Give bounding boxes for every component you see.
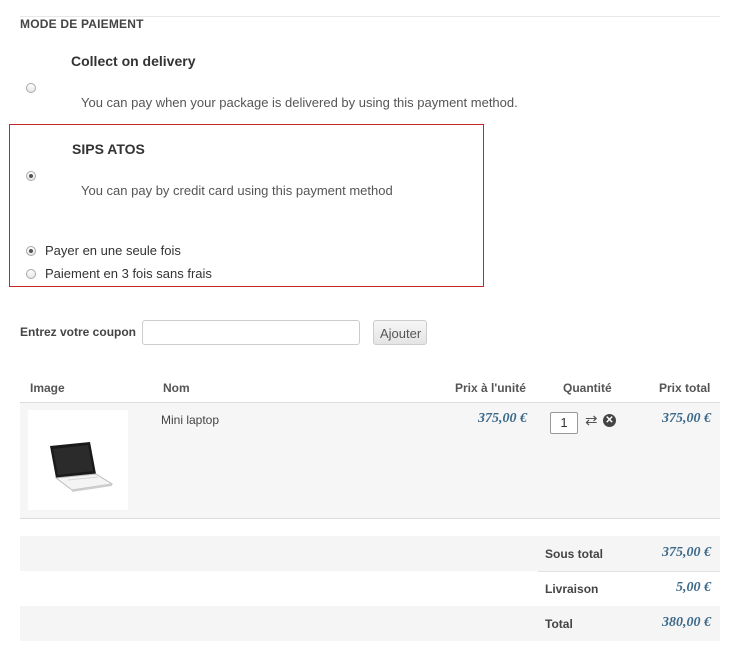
laptop-icon bbox=[50, 442, 114, 492]
header-total-price: Prix total bbox=[659, 381, 711, 395]
header-unit-price: Prix à l'unité bbox=[455, 381, 526, 395]
radio-pay-3x[interactable] bbox=[26, 269, 36, 279]
refresh-icon[interactable]: ⇄ bbox=[585, 412, 598, 430]
method-title-cod: Collect on delivery bbox=[71, 53, 196, 69]
radio-cod[interactable] bbox=[26, 83, 36, 93]
radio-pay-once[interactable] bbox=[26, 246, 36, 256]
method-desc-sips: You can pay by credit card using this pa… bbox=[81, 183, 393, 198]
quantity-input[interactable]: 1 bbox=[550, 412, 578, 434]
option-pay-3x-label[interactable]: Paiement en 3 fois sans frais bbox=[45, 266, 212, 281]
method-title-sips: SIPS ATOS bbox=[72, 141, 145, 157]
coupon-label: Entrez votre coupon bbox=[20, 325, 137, 339]
subtotal-value: 375,00 € bbox=[662, 545, 711, 560]
section-title: MODE DE PAIEMENT bbox=[20, 17, 144, 31]
total-label: Total bbox=[545, 617, 573, 631]
laptop-image[interactable] bbox=[28, 410, 128, 510]
radio-sips[interactable] bbox=[26, 171, 36, 181]
header-image: Image bbox=[30, 381, 65, 395]
subtotal-row bbox=[20, 536, 720, 571]
product-name[interactable]: Mini laptop bbox=[161, 413, 219, 427]
shipping-label: Livraison bbox=[545, 582, 599, 596]
shipping-value: 5,00 € bbox=[676, 580, 711, 595]
header-name: Nom bbox=[163, 381, 190, 395]
subtotal-label: Sous total bbox=[545, 547, 604, 561]
total-value: 380,00 € bbox=[662, 615, 711, 630]
coupon-input[interactable] bbox=[142, 320, 360, 345]
add-coupon-button[interactable]: Ajouter bbox=[373, 320, 427, 345]
totals-divider bbox=[538, 571, 720, 572]
header-quantity: Quantité bbox=[563, 381, 612, 395]
option-pay-once-label[interactable]: Payer en une seule fois bbox=[45, 243, 181, 258]
row-total-price: 375,00 € bbox=[662, 411, 711, 426]
remove-icon[interactable]: ✕ bbox=[603, 414, 616, 427]
unit-price: 375,00 € bbox=[478, 411, 527, 426]
method-desc-cod: You can pay when your package is deliver… bbox=[81, 95, 518, 110]
total-row bbox=[20, 606, 720, 641]
